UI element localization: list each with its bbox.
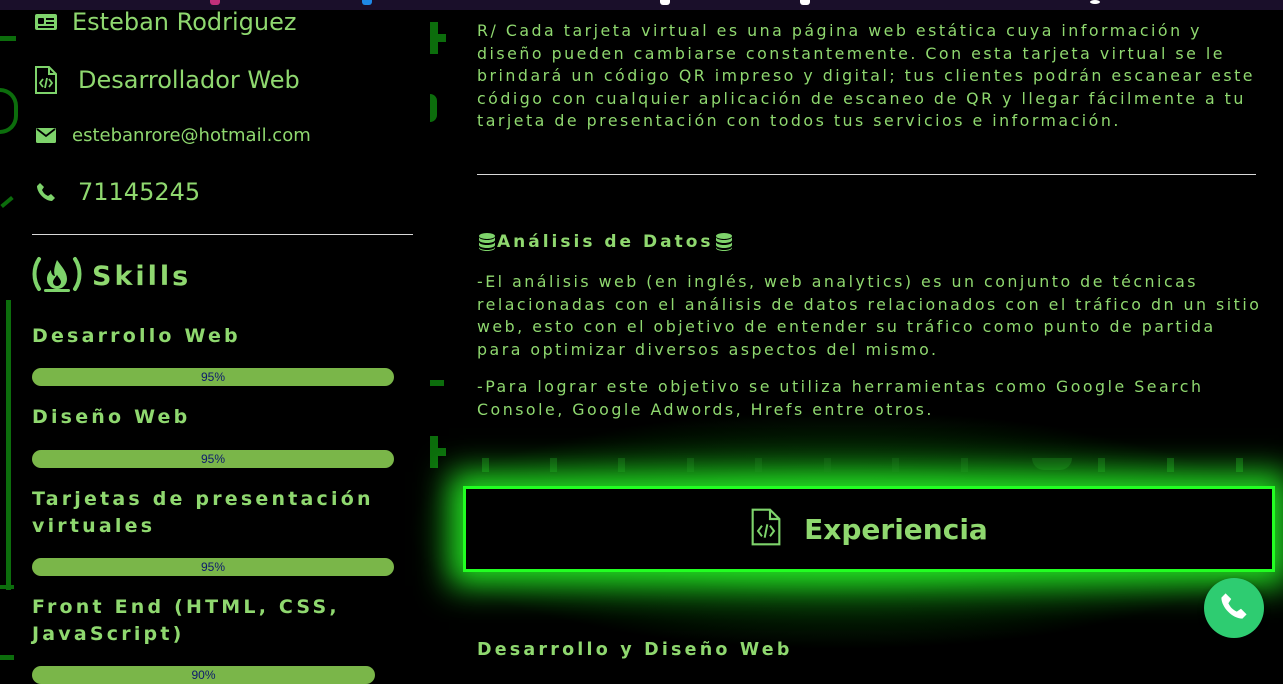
whatsapp-button[interactable] <box>1204 578 1264 638</box>
database-icon <box>479 233 495 251</box>
name-row: Esteban Rodriguez <box>32 8 296 36</box>
email-row: estebanrore@hotmail.com <box>32 125 311 146</box>
profile-role: Desarrollador Web <box>78 66 300 94</box>
skill-progress-bar: 90% <box>32 666 375 684</box>
analysis-title: Análisis de Datos <box>497 232 714 252</box>
file-code-icon <box>32 66 60 94</box>
analysis-heading: Análisis de Datos <box>477 232 734 252</box>
skills-heading: Skills <box>32 256 191 296</box>
skill-label: Desarrollo Web <box>32 325 241 347</box>
skill-label: Front End (HTML, CSS, JavaScript) <box>32 596 340 645</box>
skill-progress-bar: 95% <box>32 368 394 386</box>
phone-row: 71145245 <box>32 178 200 206</box>
analysis-paragraph: -El análisis web (en inglés, web analyti… <box>477 272 1262 359</box>
experience-subheading: Desarrollo y Diseño Web <box>477 640 793 660</box>
skill-label: Tarjetas de presentación virtuales <box>32 488 374 537</box>
experience-section-header: Experiencia <box>463 486 1275 572</box>
intro-paragraph: R/ Cada tarjeta virtual es una página we… <box>477 21 1256 131</box>
skills-title: Skills <box>92 260 192 292</box>
profile-sidebar: Esteban Rodriguez Desarrollador Web este… <box>32 0 413 684</box>
fire-icon <box>32 256 82 296</box>
whatsapp-icon <box>1220 592 1248 624</box>
envelope-icon <box>32 128 60 143</box>
divider <box>477 174 1256 175</box>
file-code-icon <box>750 508 782 550</box>
skill-progress-bar: 95% <box>32 450 394 468</box>
strip-mark <box>660 0 670 5</box>
phone-icon <box>32 182 60 202</box>
profile-name: Esteban Rodriguez <box>72 8 297 36</box>
skill-progress-bar: 95% <box>32 558 394 576</box>
profile-phone[interactable]: 71145245 <box>78 178 200 206</box>
database-icon <box>715 233 732 251</box>
experience-title: Experiencia <box>804 512 988 546</box>
strip-mark <box>1090 0 1100 4</box>
profile-email[interactable]: estebanrore@hotmail.com <box>72 125 311 146</box>
strip-mark <box>800 0 810 5</box>
role-row: Desarrollador Web <box>32 66 300 94</box>
divider <box>32 234 413 235</box>
circuit-dashes <box>482 458 1252 474</box>
id-card-icon <box>32 13 60 31</box>
skill-label: Diseño Web <box>32 406 191 428</box>
